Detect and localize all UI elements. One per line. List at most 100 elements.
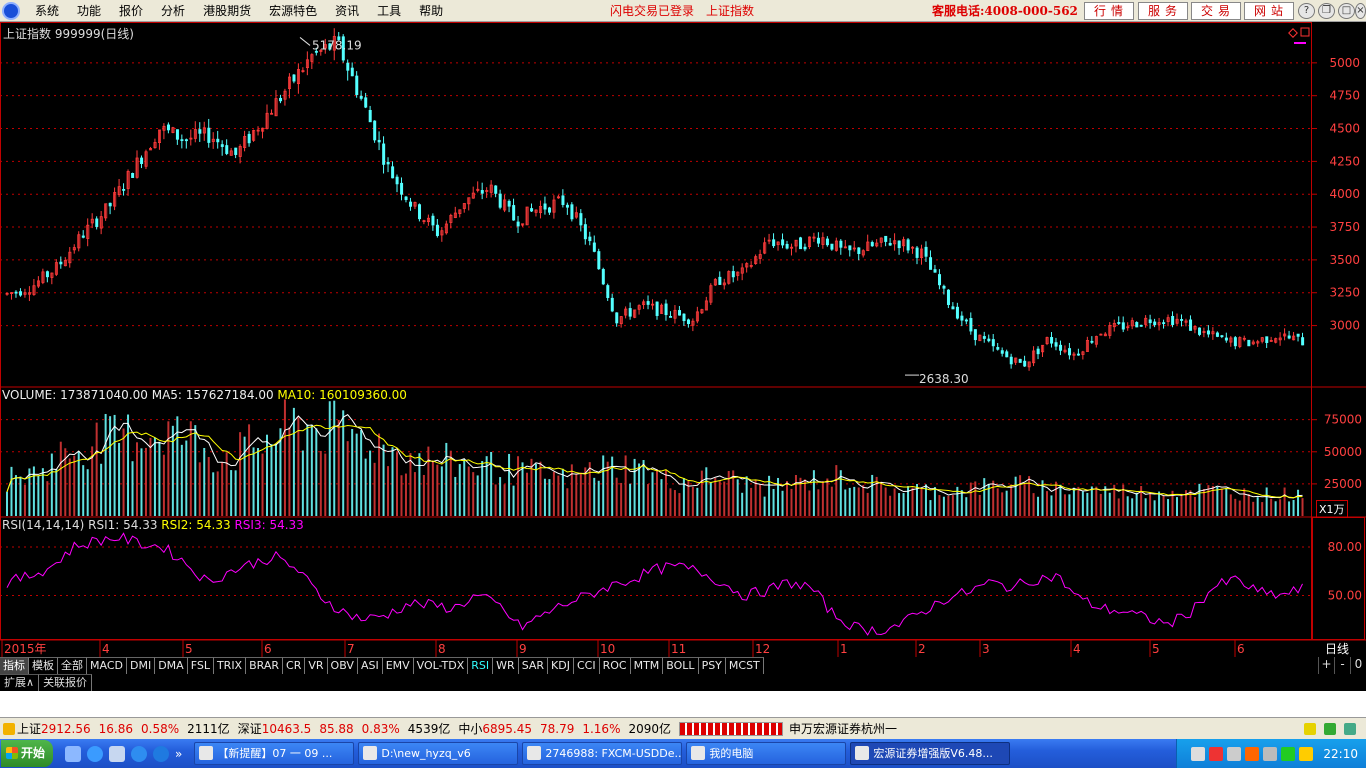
candle-body [180, 139, 184, 142]
indicator-tab-cci[interactable]: CCI [573, 657, 600, 674]
chart-canvas[interactable]: 3000325035003750400042504500475050005178… [0, 22, 1366, 657]
candle-body [803, 246, 807, 250]
volume-bar [59, 441, 62, 516]
candle-body [166, 124, 170, 131]
quicklaunch-ie-icon[interactable] [87, 745, 103, 762]
zoom-out-button[interactable]: - [1334, 657, 1350, 674]
website-button[interactable]: 网站 [1244, 2, 1294, 20]
candle-body [655, 301, 659, 316]
candle-body [350, 67, 354, 77]
quicklaunch-media-icon[interactable] [153, 745, 169, 762]
expand-tab[interactable]: 扩展∧ [0, 674, 40, 691]
volume-bar [969, 482, 972, 516]
indicator-tab-kdj[interactable]: KDJ [548, 657, 574, 674]
index-link[interactable]: 上证指数 [706, 0, 754, 22]
volume-bar [1090, 486, 1093, 516]
indicator-tab-dma[interactable]: DMA [155, 657, 188, 674]
flash-trade-status[interactable]: 闪电交易已登录 [610, 0, 694, 22]
indicator-tab-fsl[interactable]: FSL [187, 657, 214, 674]
tray-network-icon[interactable] [1227, 746, 1242, 761]
candle-body [686, 319, 690, 324]
sh-label: 上证 [17, 722, 42, 736]
indicator-tab-sar[interactable]: SAR [518, 657, 549, 674]
quicklaunch-window-icon[interactable] [109, 745, 125, 762]
quicklaunch-browser-icon[interactable] [131, 745, 147, 762]
candle-body [220, 144, 224, 147]
indicator-tab-emv[interactable]: EMV [382, 657, 414, 674]
quicklaunch-desktop-icon[interactable] [65, 745, 81, 762]
menu-hk-futures[interactable]: 港股期货 [194, 0, 260, 22]
indicator-tab-macd[interactable]: MACD [87, 657, 127, 674]
candle-body [592, 242, 596, 252]
signal-icon[interactable] [1344, 722, 1356, 735]
menu-system[interactable]: 系统 [26, 0, 68, 22]
app-logo-icon[interactable] [2, 1, 20, 20]
indicator-tab-psy[interactable]: PSY [698, 657, 726, 674]
volume-bar [1198, 483, 1201, 516]
restore-icon[interactable]: ❐ [1318, 3, 1335, 19]
candle-body [933, 269, 937, 273]
indicator-tab-asi[interactable]: ASI [357, 657, 383, 674]
reset-button[interactable]: 0 [1350, 657, 1366, 674]
volume-bar [1176, 497, 1178, 516]
volume-bar [660, 479, 663, 516]
menu-tools[interactable]: 工具 [368, 0, 410, 22]
trade-button[interactable]: 交易 [1191, 2, 1241, 20]
indicator-tab-brar[interactable]: BRAR [246, 657, 284, 674]
indicator-tab-vr[interactable]: VR [305, 657, 328, 674]
tray-volume-icon[interactable] [1263, 746, 1278, 761]
indicator-tab-cr[interactable]: CR [283, 657, 306, 674]
service-button[interactable]: 服务 [1138, 2, 1188, 20]
menu-hongyuan-features[interactable]: 宏源特色 [260, 0, 326, 22]
indicator-tab-全部[interactable]: 全部 [58, 657, 87, 674]
kline-chart-area[interactable]: 3000 3250 3500 3750 4000 4250 4500 4750 5000 5178… [0, 22, 1366, 657]
volume-bar [319, 450, 322, 516]
close-icon[interactable]: × [1355, 3, 1366, 19]
menu-function[interactable]: 功能 [68, 0, 110, 22]
period-label[interactable]: 日线 [1325, 640, 1349, 657]
indicator-tab-指标[interactable]: 指标 [0, 657, 29, 674]
taskbar-task-hongyuan[interactable]: 宏源证券增强版V6.48... [850, 742, 1011, 765]
candle-body [888, 242, 892, 246]
taskbar-task-forum[interactable]: 【新提醒】07 一 09 ... [194, 742, 355, 765]
tray-keyboard-icon[interactable] [1191, 746, 1206, 761]
menu-analysis[interactable]: 分析 [152, 0, 194, 22]
menu-news[interactable]: 资讯 [326, 0, 368, 22]
connection-icon[interactable] [1324, 722, 1336, 735]
indicator-tab-mtm[interactable]: MTM [630, 657, 664, 674]
notice-icon[interactable] [1304, 722, 1316, 735]
start-button[interactable]: 开始 [1, 740, 53, 767]
quicklaunch-more-icon[interactable]: » [175, 747, 182, 761]
indicator-tab-obv[interactable]: OBV [327, 657, 358, 674]
help-icon[interactable]: ? [1298, 3, 1315, 19]
indicator-tab-wr[interactable]: WR [493, 657, 519, 674]
menu-quote[interactable]: 报价 [110, 0, 152, 22]
volume-bar [866, 492, 869, 516]
quotes-button[interactable]: 行情 [1084, 2, 1134, 20]
tray-security-icon[interactable] [1245, 746, 1260, 761]
indicator-tab-trix[interactable]: TRIX [213, 657, 247, 674]
tray-status-icon[interactable] [1281, 746, 1296, 761]
market-icon[interactable] [3, 722, 15, 735]
indicator-tab-vol-tdx[interactable]: VOL-TDX [413, 657, 469, 674]
indicator-tab-mcst[interactable]: MCST [725, 657, 764, 674]
maximize-icon[interactable]: □ [1338, 3, 1355, 19]
indicator-tab-roc[interactable]: ROC [599, 657, 631, 674]
volume-bar [176, 416, 179, 516]
tray-app-icon[interactable] [1209, 746, 1224, 761]
taskbar-task-fxcm[interactable]: 2746988: FXCM-USDDe... [522, 742, 683, 765]
menu-help[interactable]: 帮助 [410, 0, 452, 22]
taskbar-task-folder[interactable]: D:\new_hyzq_v6 [358, 742, 519, 765]
related-quotes-tab[interactable]: 关联报价 [39, 674, 93, 691]
indicator-tab-模板[interactable]: 模板 [29, 657, 58, 674]
indicator-tab-boll[interactable]: BOLL [663, 657, 699, 674]
indicator-tab-rsi[interactable]: RSI [468, 657, 494, 674]
zoom-in-button[interactable]: + [1318, 657, 1334, 674]
indicator-tab-dmi[interactable]: DMI [126, 657, 156, 674]
volume-bar [382, 444, 385, 516]
candle-body [929, 257, 933, 270]
candle-body [19, 291, 23, 296]
taskbar-task-my-computer[interactable]: 我的电脑 [686, 742, 847, 765]
volume-bar [1014, 476, 1017, 516]
tray-shield-icon[interactable] [1299, 746, 1314, 761]
